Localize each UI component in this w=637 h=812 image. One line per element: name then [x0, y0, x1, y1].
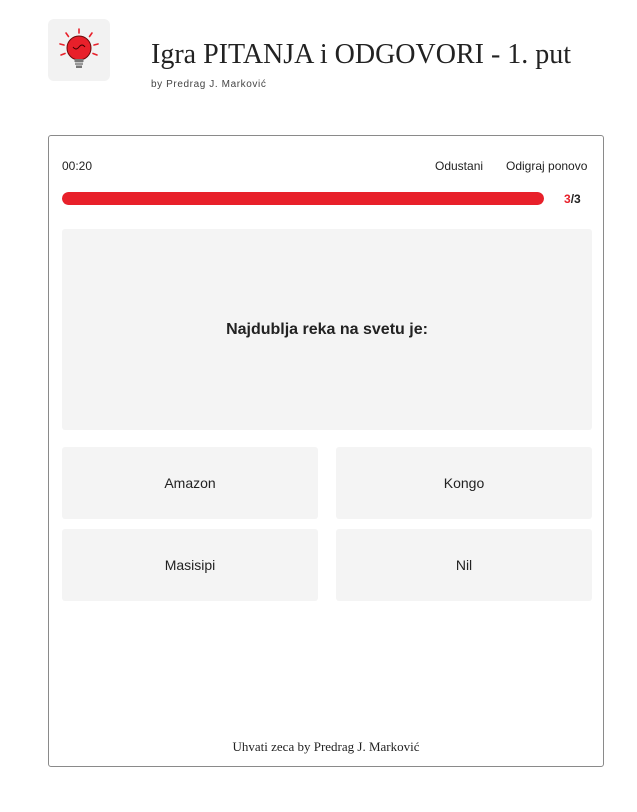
question-counter: 3/3 [564, 192, 581, 206]
question-text: Najdublja reka na svetu je: [226, 320, 428, 338]
timer: 00:20 [62, 159, 93, 173]
progress-bar [62, 192, 544, 205]
lightbulb-icon [59, 28, 99, 68]
answer-button[interactable]: Masisipi [62, 529, 318, 601]
logo [48, 19, 110, 81]
footer-credit: Uhvati zeca by Predrag J. Marković [232, 739, 420, 754]
page-header: Igra PITANJA i ODGOVORI - 1. put by Pred… [0, 0, 637, 120]
page-title: Igra PITANJA i ODGOVORI - 1. put [151, 39, 572, 70]
answer-button[interactable]: Amazon [62, 447, 318, 519]
replay-button[interactable]: Odigraj ponovo [506, 159, 587, 173]
total-questions: /3 [570, 192, 581, 206]
quit-button[interactable]: Odustani [435, 159, 483, 173]
answer-button[interactable]: Kongo [336, 447, 592, 519]
page-byline: by Predrag J. Marković [151, 79, 267, 90]
answer-button[interactable]: Nil [336, 529, 592, 601]
quiz-card: 00:20 Odustani Odigraj ponovo 3/3 Najdub… [48, 135, 604, 767]
current-question-number: 3 [564, 192, 571, 206]
progress-fill [62, 192, 544, 205]
question-box: Najdublja reka na svetu je: [62, 229, 592, 430]
